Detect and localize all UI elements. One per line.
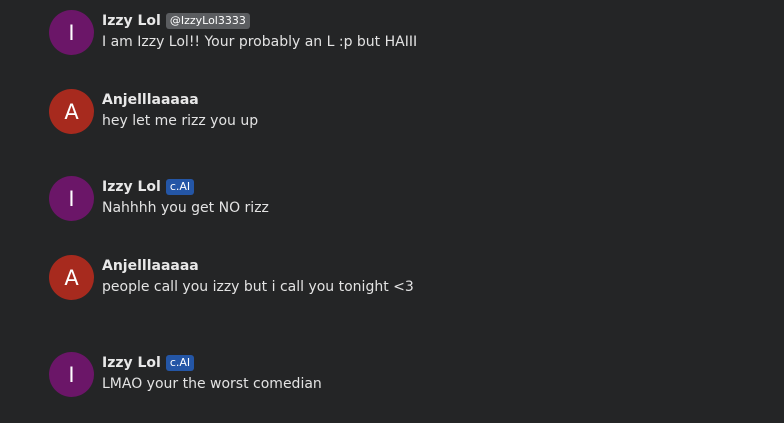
- avatar[interactable]: A: [49, 89, 94, 134]
- message-item: I Izzy Lol @IzzyLol3333 I am Izzy Lol!! …: [49, 10, 749, 56]
- message-item: I Izzy Lol c.AI LMAO your the worst come…: [49, 352, 749, 398]
- author-name[interactable]: Izzy Lol: [102, 179, 161, 195]
- avatar[interactable]: I: [49, 352, 94, 397]
- message-header: Izzy Lol c.AI: [102, 177, 195, 197]
- message-header: Izzy Lol @IzzyLol3333: [102, 11, 250, 31]
- message-text: people call you izzy but i call you toni…: [102, 279, 414, 295]
- avatar[interactable]: I: [49, 10, 94, 55]
- author-badge: @IzzyLol3333: [165, 13, 250, 29]
- chat-transcript: I Izzy Lol @IzzyLol3333 I am Izzy Lol!! …: [0, 0, 784, 423]
- message-item: A Anjelllaaaaa hey let me rizz you up: [49, 89, 749, 135]
- author-name[interactable]: Izzy Lol: [102, 355, 161, 371]
- message-header: Izzy Lol c.AI: [102, 353, 195, 373]
- message-item: A Anjelllaaaaa people call you izzy but …: [49, 255, 749, 301]
- message-item: I Izzy Lol c.AI Nahhhh you get NO rizz: [49, 176, 749, 222]
- author-name[interactable]: Izzy Lol: [102, 13, 161, 29]
- message-text: hey let me rizz you up: [102, 113, 259, 129]
- message-text: I am Izzy Lol!! Your probably an L :p bu…: [102, 34, 418, 50]
- avatar[interactable]: I: [49, 176, 94, 221]
- avatar[interactable]: A: [49, 255, 94, 300]
- message-header: Anjelllaaaaa: [102, 256, 199, 276]
- message-text: LMAO your the worst comedian: [102, 376, 322, 392]
- cai-badge: c.AI: [165, 355, 195, 371]
- author-name[interactable]: Anjelllaaaaa: [102, 92, 199, 108]
- cai-badge: c.AI: [165, 179, 195, 195]
- message-text: Nahhhh you get NO rizz: [102, 200, 269, 216]
- message-header: Anjelllaaaaa: [102, 90, 199, 110]
- author-name[interactable]: Anjelllaaaaa: [102, 258, 199, 274]
